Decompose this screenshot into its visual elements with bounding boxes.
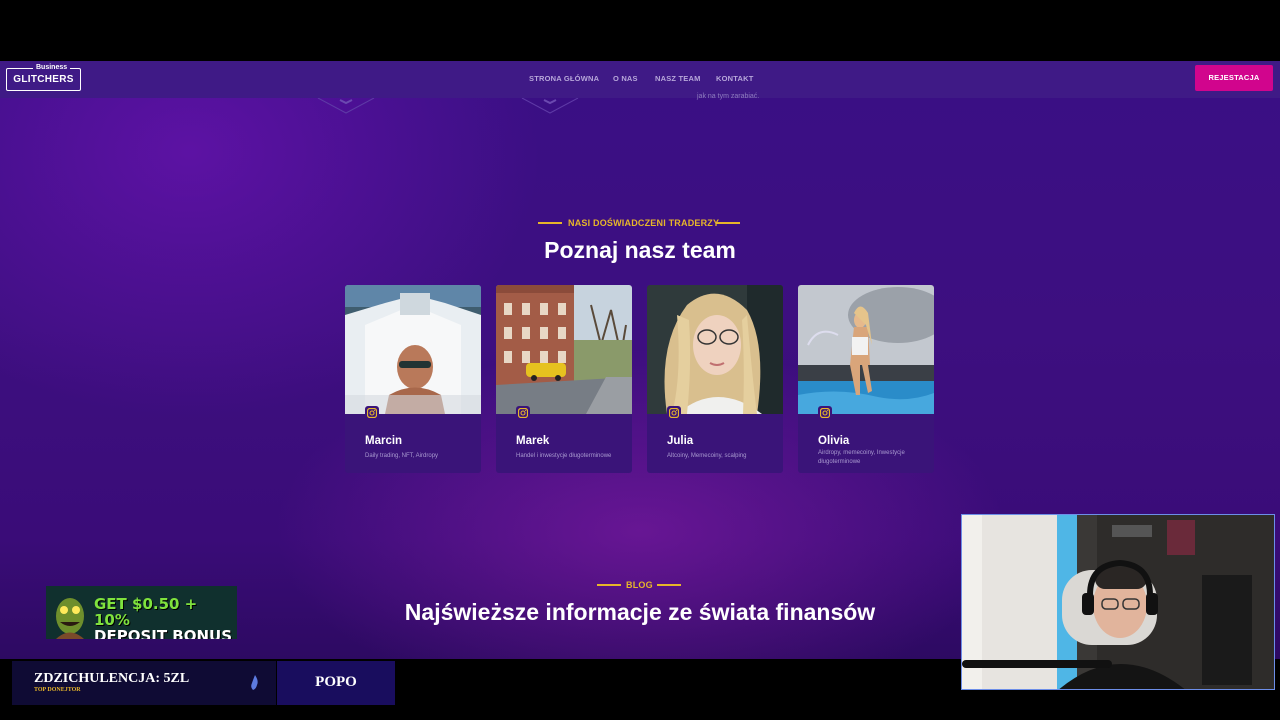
nav-link-about[interactable]: O NAS (613, 74, 638, 83)
team-card-julia[interactable]: Julia Altcoiny, Memecoiny, scalping (647, 285, 783, 473)
eyebrow-rule-right (657, 584, 681, 586)
bonus-line-1: GET $0.50 + 10% (94, 595, 198, 629)
team-eyebrow: NASI DOŚWIADCZENI TRADERZY (568, 218, 720, 228)
team-card-marcin[interactable]: Marcin Daily trading, NFT, Airdropy (345, 285, 481, 473)
team-card-olivia[interactable]: Olivia Airdropy, memecoiny, Inwestycje d… (798, 285, 934, 473)
top-donor-panel: ZDZICHULENCJA: 5ZL TOP DONEJTOR (12, 661, 276, 705)
member-name: Julia (667, 435, 694, 447)
team-section-title: Poznaj nasz team (544, 237, 736, 263)
logo-big-text: GLITCHERS (13, 74, 74, 85)
donor-amount-text: ZDZICHULENCJA: 5ZL (34, 671, 190, 686)
eyebrow-rule-left (538, 222, 562, 224)
instagram-icon[interactable] (365, 406, 379, 420)
member-name: Olivia (818, 435, 850, 447)
top-navbar: Business GLITCHERS STRONA GŁÓWNA O NAS N… (0, 61, 1280, 98)
nav-link-contact[interactable]: KONTAKT (716, 74, 754, 83)
eyebrow-rule-right (716, 222, 740, 224)
member-photo (798, 285, 934, 414)
previous-section-text: jak na tym zarabiać. (697, 93, 760, 100)
member-name: Marcin (365, 435, 403, 447)
blog-eyebrow: BLOG (626, 580, 653, 590)
member-name: Marek (516, 435, 550, 447)
deposit-bonus-banner: GET $0.50 + 10% DEPOSIT BONUS (46, 586, 237, 639)
nav-link-team[interactable]: NASZ TEAM (655, 74, 701, 83)
instagram-icon[interactable] (516, 406, 530, 420)
member-role: Altcoiny, Memecoiny, scalping (667, 453, 747, 459)
register-button[interactable]: REJESTACJA (1195, 65, 1273, 91)
flame-icon (251, 675, 258, 690)
member-role: Daily trading, NFT, Airdropy (365, 453, 439, 459)
popo-panel: POPO (277, 661, 395, 705)
team-card-marek[interactable]: Marek Handel i inwestycje długoterminowe (496, 285, 632, 473)
hexagon-icon (317, 98, 375, 114)
nav-link-home[interactable]: STRONA GŁÓWNA (529, 74, 599, 83)
member-role: Airdropy, memecoiny, Inwestycje długoter… (818, 450, 905, 465)
hexagon-icon (521, 98, 579, 114)
brand-logo[interactable]: Business GLITCHERS (6, 64, 81, 91)
bonus-line-2: DEPOSIT BONUS (94, 627, 233, 639)
bonus-text: GET $0.50 + 10% DEPOSIT BONUS (94, 596, 237, 639)
logo-small-text: Business (33, 64, 71, 71)
instagram-icon[interactable] (818, 406, 832, 420)
eyebrow-rule-left (597, 584, 621, 586)
member-photo (496, 285, 632, 414)
instagram-icon[interactable] (667, 406, 681, 420)
streamer-webcam (961, 514, 1275, 690)
donor-label: TOP DONEJTOR (34, 687, 81, 693)
member-role: Handel i inwestycje długoterminowe (516, 453, 612, 459)
member-photo (345, 285, 481, 414)
member-photo (647, 285, 783, 414)
